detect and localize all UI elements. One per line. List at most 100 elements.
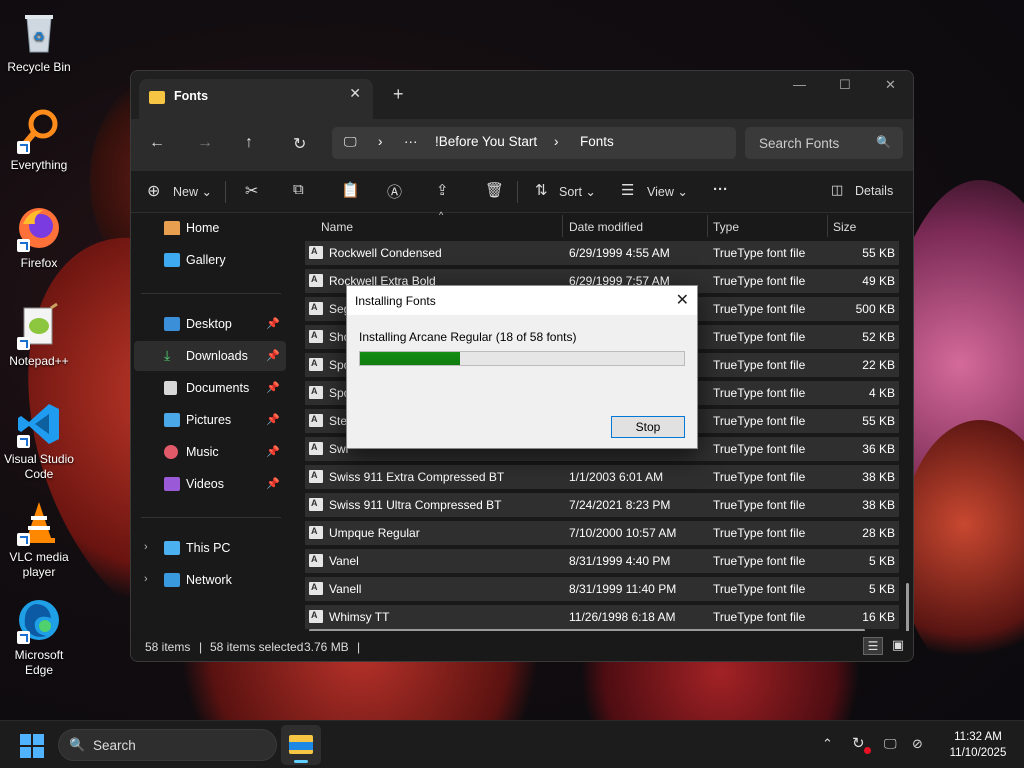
- sidebar-item-this-pc[interactable]: › This PC: [134, 533, 286, 563]
- column-header-size[interactable]: Size: [833, 220, 856, 234]
- column-header-name[interactable]: Name: [321, 220, 353, 234]
- table-row[interactable]: Rockwell Condensed 6/29/1999 4:55 AM TrueT…: [305, 241, 899, 265]
- cell-size: 55 KB: [862, 414, 895, 428]
- sidebar-item-gallery[interactable]: Gallery: [134, 245, 286, 275]
- details-button[interactable]: Details: [855, 184, 893, 198]
- taskbar: 🔍 ⌃ ↻ 🖵 ⊘ 11:32 AM 11/10/2025: [0, 720, 1024, 768]
- table-row[interactable]: Vanel 8/31/1999 4:40 PM TrueType font file…: [305, 549, 899, 573]
- cut-icon[interactable]: ✂: [245, 181, 258, 201]
- stop-button[interactable]: Stop: [611, 416, 685, 438]
- cell-date: 8/31/1999 11:40 PM: [569, 582, 677, 596]
- cell-date: 7/10/2000 10:57 AM: [569, 526, 677, 540]
- taskbar-search-input[interactable]: [93, 730, 263, 760]
- table-row[interactable]: Whimsy TT 11/26/1998 6:18 AM TrueType font…: [305, 605, 899, 629]
- show-hidden-icons-chevron[interactable]: ⌃: [822, 736, 833, 752]
- font-file-icon: [309, 498, 323, 511]
- start-button[interactable]: [20, 734, 44, 758]
- chevron-right-icon[interactable]: ›: [144, 541, 148, 553]
- pin-icon: 📌: [266, 446, 280, 458]
- font-file-icon: [309, 554, 323, 567]
- sort-button[interactable]: Sort ⌄: [559, 184, 596, 199]
- sidebar-item-downloads[interactable]: ⤓ Downloads 📌: [134, 341, 286, 371]
- navigation-bar: ← → ↑ ↻ 🖵 › ··· !Before You Start › Font…: [131, 119, 913, 171]
- font-file-icon: [309, 582, 323, 595]
- table-row[interactable]: Swiss 911 Ultra Compressed BT 7/24/2021 8…: [305, 493, 899, 517]
- sidebar-item-network[interactable]: › Network: [134, 565, 286, 595]
- desktop-icon-vlc[interactable]: VLC media player: [0, 498, 78, 580]
- table-row[interactable]: Swiss 911 Extra Compressed BT 1/1/2003 6:…: [305, 465, 899, 489]
- sidebar-item-videos[interactable]: Videos 📌: [134, 469, 286, 499]
- cell-size: 500 KB: [855, 302, 895, 316]
- cell-date: 8/31/1999 4:40 PM: [569, 554, 671, 568]
- maximize-button[interactable]: ☐: [839, 77, 851, 93]
- close-window-button[interactable]: ✕: [885, 77, 896, 93]
- cell-size: 36 KB: [862, 442, 895, 456]
- desktop-icon-everything[interactable]: Everything: [0, 106, 78, 173]
- up-button[interactable]: ↑: [245, 134, 253, 152]
- font-file-icon: [309, 358, 323, 371]
- cell-name: Rockwell Condensed: [329, 246, 442, 260]
- taskbar-file-explorer[interactable]: [281, 725, 321, 765]
- breadcrumb-more[interactable]: ···: [404, 134, 418, 149]
- taskbar-search-box[interactable]: 🔍: [58, 729, 277, 761]
- desktop-icon-edge[interactable]: Microsoft Edge: [0, 596, 78, 678]
- clock-time: 11:32 AM: [954, 731, 1002, 743]
- dialog-close-button[interactable]: ✕: [676, 290, 689, 310]
- new-button[interactable]: New ⌄: [173, 184, 212, 199]
- sidebar-item-pictures[interactable]: Pictures 📌: [134, 405, 286, 435]
- cell-date: 7/24/2021 8:23 PM: [569, 498, 671, 512]
- system-clock[interactable]: 11:32 AM 11/10/2025: [938, 729, 1018, 761]
- share-icon[interactable]: ⇪: [436, 181, 449, 199]
- minimize-button[interactable]: —: [793, 77, 806, 92]
- refresh-button[interactable]: ↻: [293, 134, 306, 154]
- column-header-type[interactable]: Type: [713, 220, 739, 234]
- home-icon: [164, 221, 180, 235]
- breadcrumb-item[interactable]: Fonts: [580, 134, 614, 149]
- desktop-icon-recycle-bin[interactable]: ♻ Recycle Bin: [0, 8, 78, 75]
- table-row[interactable]: Umpque Regular 7/10/2000 10:57 AM TrueType…: [305, 521, 899, 545]
- search-input[interactable]: [745, 127, 875, 159]
- desktop-icon-vscode[interactable]: Visual Studio Code: [0, 400, 78, 482]
- copy-icon[interactable]: ⧉: [293, 181, 304, 198]
- display-icon[interactable]: 🖵: [884, 736, 897, 752]
- cell-type: TrueType font file: [713, 302, 806, 316]
- column-header-date[interactable]: Date modified: [569, 220, 643, 234]
- view-button[interactable]: View ⌄: [647, 184, 688, 199]
- shortcut-arrow-icon: [17, 141, 30, 154]
- tiles-view-button[interactable]: ▣: [889, 637, 907, 655]
- table-row[interactable]: Vanell 8/31/1999 11:40 PM TrueType font fi…: [305, 577, 899, 601]
- search-box[interactable]: 🔍: [745, 127, 903, 159]
- breadcrumb-item[interactable]: !Before You Start: [435, 134, 537, 149]
- sidebar-item-desktop[interactable]: Desktop 📌: [134, 309, 286, 339]
- network-disconnected-icon[interactable]: ⊘: [912, 736, 923, 752]
- cell-name: Umpque Regular: [329, 526, 420, 540]
- cell-type: TrueType font file: [713, 414, 806, 428]
- more-options-button[interactable]: ···: [713, 181, 728, 198]
- selected-count: 58 items selected: [210, 640, 304, 654]
- desktop-icon-notepad-plus-plus[interactable]: Notepad++: [0, 302, 78, 369]
- desktop-icon-label: Microsoft Edge: [14, 648, 64, 677]
- close-tab-icon[interactable]: ✕: [349, 85, 361, 102]
- back-button[interactable]: ←: [149, 134, 165, 152]
- cell-type: TrueType font file: [713, 274, 806, 288]
- sidebar-item-music[interactable]: Music 📌: [134, 437, 286, 467]
- new-tab-button[interactable]: +: [393, 84, 404, 105]
- chevron-right-icon[interactable]: ›: [144, 573, 148, 585]
- forward-button[interactable]: →: [197, 134, 213, 152]
- paste-icon[interactable]: 📋: [341, 181, 360, 199]
- address-bar[interactable]: 🖵 › ··· !Before You Start › Fonts: [332, 127, 736, 159]
- details-view-button[interactable]: ☰: [863, 637, 883, 655]
- shortcut-arrow-icon: [17, 533, 30, 546]
- search-icon: 🔍: [876, 135, 891, 149]
- desktop-icon-firefox[interactable]: Firefox: [0, 204, 78, 271]
- desktop-icon: [164, 317, 180, 331]
- sidebar-item-documents[interactable]: Documents 📌: [134, 373, 286, 403]
- search-icon: 🔍: [69, 737, 86, 752]
- font-file-icon: [309, 610, 323, 623]
- sidebar-item-home[interactable]: Home: [134, 213, 286, 243]
- tab-fonts[interactable]: Fonts ✕: [139, 79, 373, 119]
- delete-icon[interactable]: 🗑: [485, 181, 504, 199]
- rename-icon[interactable]: Ⓐ: [387, 181, 402, 202]
- update-refresh-icon[interactable]: ↻: [852, 734, 865, 752]
- separator: [225, 181, 226, 203]
